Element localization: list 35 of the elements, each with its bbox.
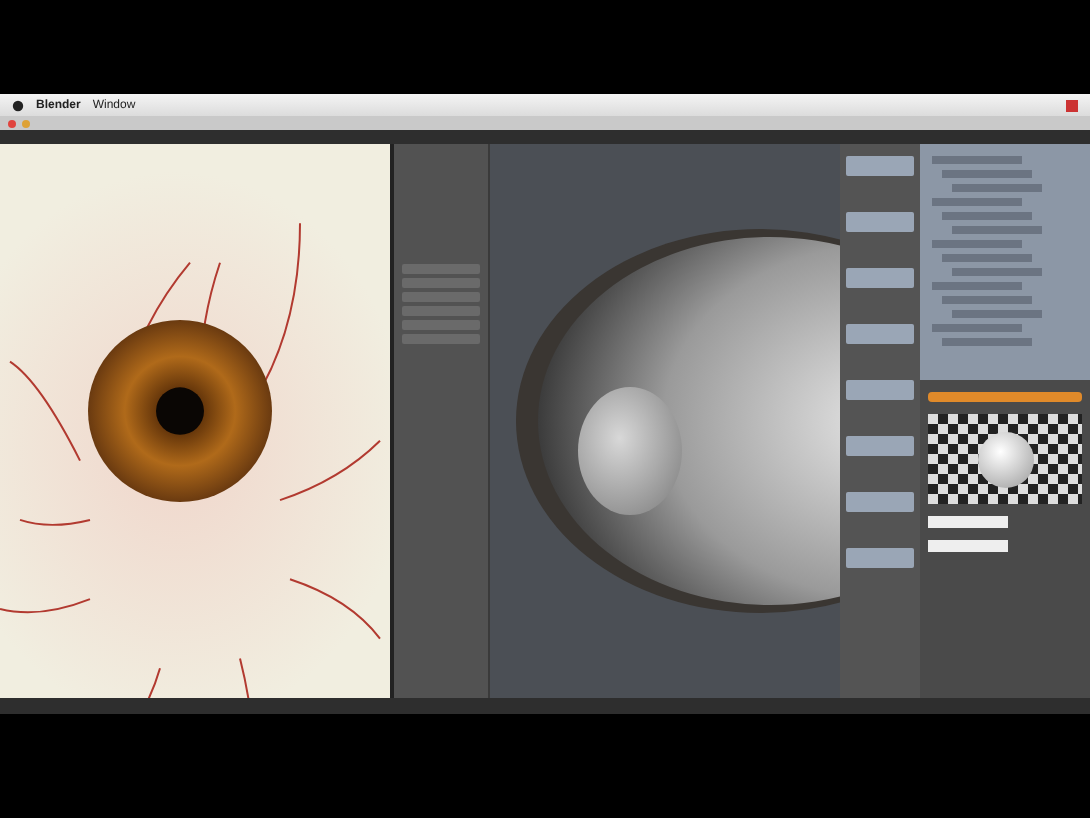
- outliner-row[interactable]: [942, 296, 1032, 304]
- number-field[interactable]: [846, 492, 914, 512]
- color-swatch[interactable]: [928, 540, 1008, 552]
- outliner-row[interactable]: [952, 184, 1042, 192]
- close-button[interactable]: [8, 119, 16, 127]
- color-swatch[interactable]: [928, 516, 1008, 528]
- number-field[interactable]: [846, 324, 914, 344]
- tool-button[interactable]: [402, 292, 480, 302]
- outliner-row[interactable]: [932, 240, 1022, 248]
- outliner-row[interactable]: [942, 212, 1032, 220]
- apple-icon[interactable]: [12, 99, 24, 111]
- outliner-row[interactable]: [932, 156, 1022, 164]
- minimize-button[interactable]: [22, 119, 30, 127]
- outliner-row[interactable]: [942, 254, 1032, 262]
- outliner-row[interactable]: [952, 226, 1042, 234]
- tool-button[interactable]: [402, 320, 480, 330]
- tool-button[interactable]: [402, 264, 480, 274]
- tool-button[interactable]: [402, 278, 480, 288]
- number-field[interactable]: [846, 436, 914, 456]
- outliner-row[interactable]: [942, 338, 1032, 346]
- number-field[interactable]: [846, 548, 914, 568]
- tool-button[interactable]: [402, 334, 480, 344]
- outliner-row[interactable]: [952, 310, 1042, 318]
- number-field[interactable]: [846, 212, 914, 232]
- outliner-row[interactable]: [932, 198, 1022, 206]
- number-field[interactable]: [846, 156, 914, 176]
- tool-button[interactable]: [402, 306, 480, 316]
- outliner-row[interactable]: [932, 324, 1022, 332]
- outliner-row[interactable]: [942, 170, 1032, 178]
- number-field[interactable]: [846, 268, 914, 288]
- sphere-preview-icon: [977, 431, 1033, 487]
- outliner-row[interactable]: [932, 282, 1022, 290]
- material-slot[interactable]: [928, 392, 1082, 402]
- outliner-row[interactable]: [952, 268, 1042, 276]
- number-field[interactable]: [846, 380, 914, 400]
